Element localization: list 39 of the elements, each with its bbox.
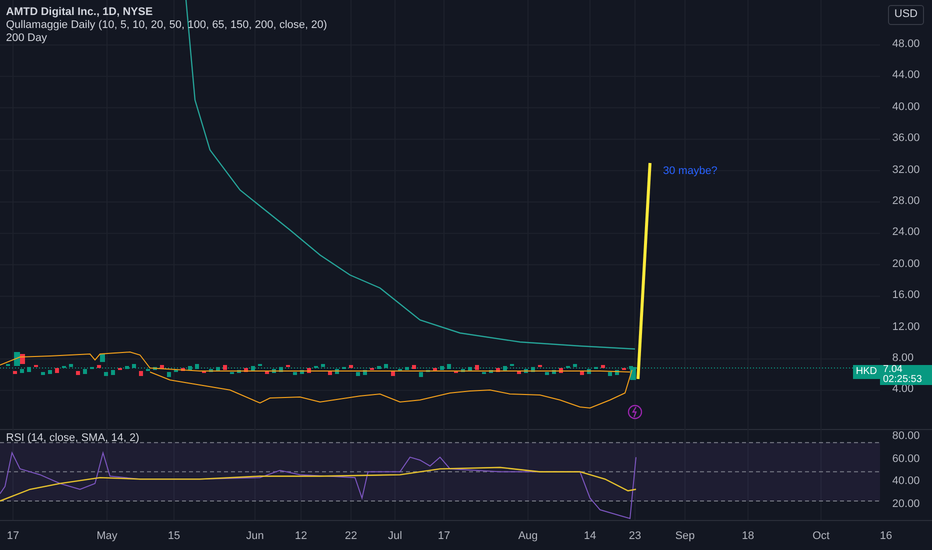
date-label: 16 — [880, 530, 892, 542]
price-label: 32.00 — [892, 164, 920, 176]
rsi-label: 60.00 — [892, 452, 920, 466]
price-label: 36.00 — [892, 133, 920, 144]
date-label: Sep — [675, 530, 695, 542]
date-label: Oct — [812, 530, 830, 542]
price-label: 48.00 — [892, 39, 920, 50]
rsi-label: 80.00 — [892, 430, 920, 444]
price-label: 8.00 — [892, 352, 915, 364]
date-label: 12 — [294, 530, 308, 542]
price-label: 40.00 — [892, 102, 920, 113]
currency-button[interactable]: USD — [888, 5, 924, 25]
lightning-icon — [628, 404, 642, 420]
price-tag: 7.04 02:25:53 — [880, 365, 932, 385]
date-label: 22 — [344, 530, 358, 542]
indicator-label: 200 Day — [6, 32, 48, 44]
price-label: 16.00 — [892, 290, 920, 302]
price-label: 44.00 — [892, 70, 920, 82]
date-label: 18 — [742, 530, 754, 542]
date-label: Jun — [246, 530, 264, 542]
date-label: Aug — [518, 530, 538, 542]
price-label: 20.00 — [892, 258, 920, 270]
date-label: 17 — [6, 530, 20, 542]
rsi-title: RSI (14, close, SMA, 14, 2) — [6, 432, 140, 444]
chart-note: 30 maybe? — [663, 165, 718, 177]
date-label: 14 — [584, 530, 596, 542]
date-label: 17 — [438, 530, 450, 542]
indicator-label: Qullamaggie Daily (10, 5, 10, 20, 50, 100, 65, 150, 200, close, 20) — [6, 19, 328, 31]
date-label: 15 — [168, 530, 180, 542]
date-label: May — [96, 530, 118, 542]
price-label: 12.00 — [892, 322, 920, 333]
rsi-label: 40.00 — [892, 475, 920, 489]
date-label: Jul — [388, 530, 402, 542]
date-label: 23 — [628, 530, 642, 542]
rsi-label: 20.00 — [892, 498, 920, 512]
price-label: 28.00 — [892, 196, 920, 207]
price-label: 24.00 — [892, 227, 920, 238]
currency-tag: HKD — [852, 365, 880, 379]
symbol-title: AMTD Digital Inc., 1D, NYSE — [6, 6, 154, 18]
